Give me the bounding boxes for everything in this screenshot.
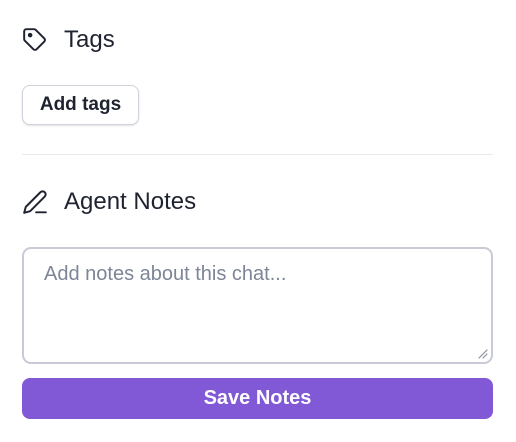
agent-notes-section-header: Agent Notes [22,187,196,217]
add-tags-button[interactable]: Add tags [22,85,139,125]
agent-notes-field [22,247,493,364]
pencil-icon [22,189,48,215]
tags-title: Tags [64,26,115,53]
tag-icon [22,27,48,53]
section-divider [22,154,493,155]
tags-section-header: Tags [22,25,115,55]
agent-notes-title: Agent Notes [64,188,197,215]
agent-notes-textarea[interactable] [24,249,491,362]
resize-handle-icon[interactable] [476,347,488,359]
save-notes-button[interactable]: Save Notes [22,378,493,419]
